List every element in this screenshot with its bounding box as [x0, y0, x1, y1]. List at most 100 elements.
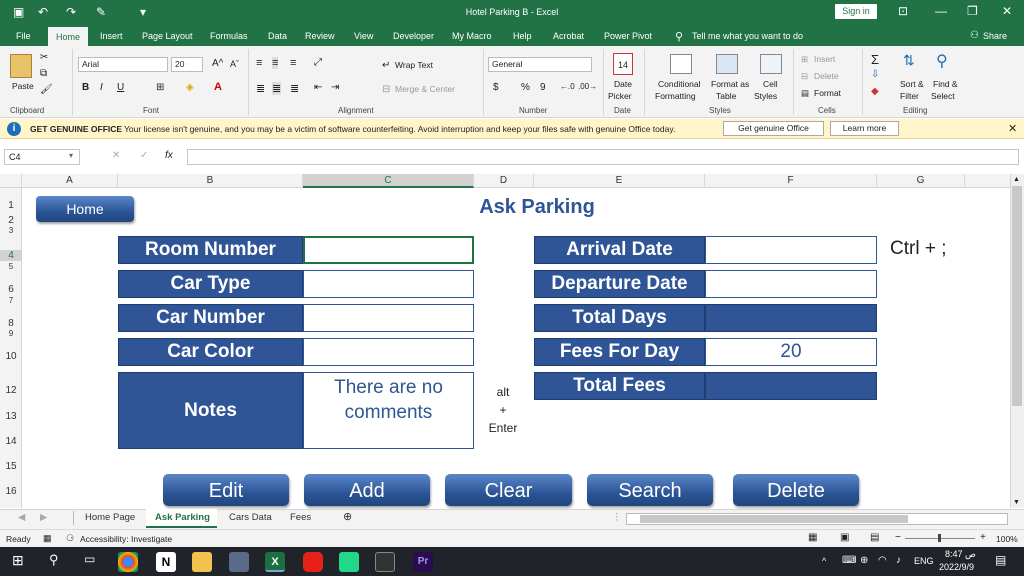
wrap-text-icon[interactable]: ↵ [382, 60, 390, 71]
minimize-icon[interactable]: — [935, 4, 947, 18]
vertical-scroll-thumb[interactable] [1012, 186, 1022, 406]
clear-icon[interactable]: ◆ [871, 86, 879, 97]
row-header[interactable]: 7 [0, 296, 22, 304]
terminal-icon[interactable] [375, 552, 395, 572]
row-header[interactable]: 15 [0, 461, 22, 472]
scroll-up-icon[interactable]: ▲ [1013, 176, 1020, 183]
tab-help[interactable]: Help [513, 31, 532, 41]
tray-volume-icon[interactable]: ♪ [896, 555, 901, 566]
format-painter-icon[interactable]: 🖌 [40, 84, 53, 95]
horizontal-scroll-thumb[interactable] [640, 515, 908, 523]
name-box-dropdown-icon[interactable]: ▾ [69, 151, 73, 160]
search-button[interactable]: Search [587, 474, 713, 506]
prev-sheet-icon[interactable]: ◀ [18, 512, 25, 523]
merge-center-button[interactable]: Merge & Center [395, 84, 455, 94]
formula-input[interactable] [187, 149, 1019, 165]
conditional-label[interactable]: Conditional [658, 79, 701, 89]
align-middle-icon[interactable]: ≡ [272, 57, 279, 69]
row-header-selected[interactable]: 4 [0, 250, 22, 261]
row-header[interactable]: 3 [0, 226, 22, 234]
car-type-input[interactable] [303, 270, 474, 298]
cut-icon[interactable]: ✂ [40, 52, 48, 63]
zoom-out-icon[interactable]: − [895, 532, 901, 543]
column-header-a[interactable]: A [22, 174, 118, 188]
italic-icon[interactable]: I [100, 82, 103, 93]
select-all-corner[interactable] [0, 174, 22, 188]
row-header[interactable]: 16 [0, 486, 22, 497]
delete-button[interactable]: Delete [733, 474, 859, 506]
home-button[interactable]: Home [36, 196, 134, 222]
restore-icon[interactable]: ❐ [967, 4, 978, 18]
comma-icon[interactable]: 9 [540, 82, 546, 93]
zoom-slider-thumb[interactable] [938, 534, 941, 542]
column-header-g[interactable]: G [877, 174, 965, 188]
increase-indent-icon[interactable]: ⇥ [331, 82, 339, 93]
add-button[interactable]: Add [304, 474, 430, 506]
font-size-select[interactable]: 20 [171, 57, 203, 72]
macro-record-icon[interactable]: ▦ [43, 533, 52, 544]
insert-function-icon[interactable]: fx [165, 150, 173, 161]
currency-icon[interactable]: $ [493, 82, 499, 93]
paste-label[interactable]: Paste [12, 81, 34, 91]
date-picker-icon[interactable]: 14 [613, 53, 633, 75]
row-header[interactable]: 8 [0, 318, 22, 329]
align-right-icon[interactable]: ≣ [290, 82, 299, 95]
tab-file[interactable]: File [16, 31, 31, 41]
premiere-icon[interactable]: Pr [413, 552, 433, 572]
accessibility-icon[interactable]: ⚆ [66, 533, 74, 544]
tab-insert[interactable]: Insert [100, 31, 123, 41]
column-header-f[interactable]: F [705, 174, 877, 188]
cell-label[interactable]: Cell [763, 79, 778, 89]
paste-icon[interactable] [10, 54, 32, 78]
tab-split-icon[interactable]: ⋮ [612, 512, 622, 523]
ribbon-display-icon[interactable]: ⊡ [898, 4, 908, 18]
tray-network-icon[interactable]: ⊕ [860, 555, 868, 566]
tab-formulas[interactable]: Formulas [210, 31, 248, 41]
shrink-font-icon[interactable]: Aˇ [230, 59, 239, 69]
file-explorer-icon[interactable] [192, 552, 212, 572]
number-format-select[interactable]: General [488, 57, 592, 72]
windows-start-icon[interactable]: ⊞ [12, 552, 24, 569]
tray-chevron-icon[interactable]: ^ [822, 556, 826, 566]
task-view-icon[interactable]: ▭ [84, 552, 95, 566]
tab-home[interactable]: Home [48, 26, 88, 46]
table-label[interactable]: Table [716, 91, 736, 101]
car-number-input[interactable] [303, 304, 474, 332]
sign-in-button[interactable]: Sign in [835, 4, 877, 19]
room-number-input[interactable] [303, 236, 474, 264]
row-header[interactable]: 10 [0, 351, 22, 362]
column-header-e[interactable]: E [534, 174, 705, 188]
delete-cells-button[interactable]: Delete [814, 71, 839, 81]
car-color-input[interactable] [303, 338, 474, 366]
excel-icon[interactable]: X [265, 552, 285, 572]
tab-data[interactable]: Data [268, 31, 287, 41]
row-header[interactable]: 6 [0, 284, 22, 295]
clear-button[interactable]: Clear [445, 474, 572, 506]
borders-icon[interactable]: ⊞ [156, 82, 164, 93]
row-header[interactable]: 2 [0, 215, 22, 226]
accessibility-status[interactable]: Accessibility: Investigate [80, 534, 172, 544]
get-genuine-button[interactable]: Get genuine Office [723, 121, 824, 136]
decrease-indent-icon[interactable]: ⇤ [314, 82, 322, 93]
grow-font-icon[interactable]: A^ [212, 58, 223, 69]
styles-label[interactable]: Styles [754, 91, 777, 101]
youtube-icon[interactable] [303, 552, 323, 572]
row-header[interactable]: 1 [0, 200, 22, 211]
pycharm-icon[interactable] [339, 552, 359, 572]
date-picker-label[interactable]: Date [614, 79, 632, 89]
format-as-table-icon[interactable] [716, 54, 738, 74]
notes-input[interactable]: There are no comments [303, 372, 474, 449]
learn-more-button[interactable]: Learn more [830, 121, 899, 136]
share-button[interactable]: Share [983, 31, 1007, 41]
zoom-in-icon[interactable]: + [980, 532, 986, 543]
date-picker-label-2[interactable]: Picker [608, 91, 632, 101]
align-left-icon[interactable]: ≣ [256, 82, 265, 95]
scroll-down-icon[interactable]: ▼ [1013, 499, 1020, 506]
tab-acrobat[interactable]: Acrobat [553, 31, 584, 41]
clock-time[interactable]: 8:47 ص [945, 549, 976, 560]
sheet-tab-fees[interactable]: Fees [290, 512, 311, 523]
row-header[interactable]: 13 [0, 411, 22, 422]
edit-button[interactable]: Edit [163, 474, 289, 506]
align-bottom-icon[interactable]: ≡ [290, 57, 296, 69]
decrease-decimal-icon[interactable]: .00→ [578, 82, 597, 91]
